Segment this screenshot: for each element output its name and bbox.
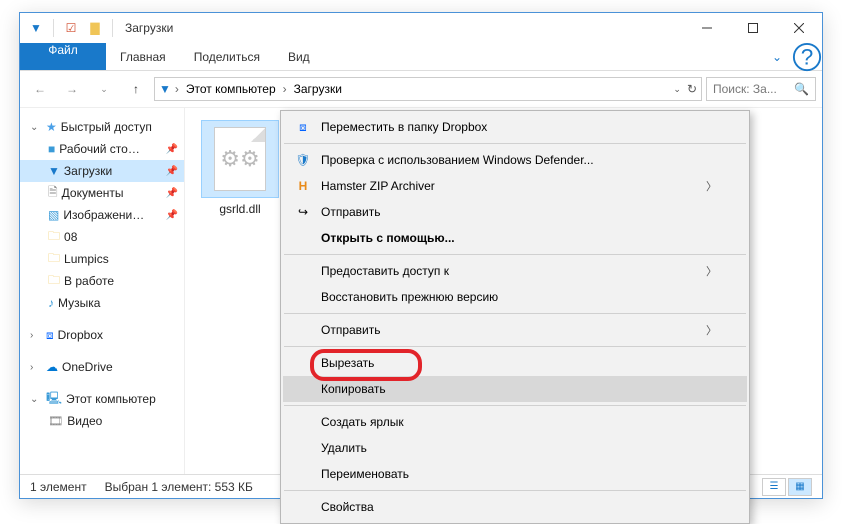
tree-downloads[interactable]: ▼Загрузки📌 [20, 160, 184, 182]
qat-folder-icon[interactable]: ▇ [84, 17, 106, 39]
maximize-button[interactable] [730, 13, 776, 43]
dropbox-icon: ⧈ [291, 120, 315, 135]
gear-icon: ⚙⚙ [220, 146, 259, 172]
window-title: Загрузки [125, 21, 173, 35]
ctx-create-shortcut[interactable]: Создать ярлык [283, 409, 747, 435]
minimize-button[interactable] [684, 13, 730, 43]
svg-text:?: ? [801, 44, 814, 69]
ctx-send1[interactable]: ↪Отправить [283, 199, 747, 225]
up-button[interactable]: ↑ [122, 75, 150, 103]
pin-icon: 📌 [166, 210, 178, 221]
ctx-dropbox[interactable]: ⧈Переместить в папку Dropbox [283, 114, 747, 140]
ctx-defender[interactable]: 🛡Проверка с использованием Windows Defen… [283, 147, 747, 173]
tree-documents[interactable]: 🗎Документы📌 [20, 182, 184, 204]
pin-icon: 📌 [166, 188, 178, 199]
tab-file[interactable]: Файл [20, 43, 106, 70]
file-item[interactable]: ⚙⚙ gsrld.dll [197, 120, 283, 216]
search-icon[interactable]: 🔍 [794, 82, 809, 96]
tree-folder-lumpics[interactable]: 🗀Lumpics [20, 248, 184, 270]
ctx-restore-version[interactable]: Восстановить прежнюю версию [283, 284, 747, 310]
ctx-rename[interactable]: Переименовать [283, 461, 747, 487]
ctx-cut[interactable]: Вырезать [283, 350, 747, 376]
tree-this-pc[interactable]: ⌄🖳Этот компьютер [20, 388, 184, 410]
ctx-grant-access[interactable]: Предоставить доступ к〉 [283, 258, 747, 284]
back-button[interactable]: ← [26, 75, 54, 103]
status-item-count: 1 элемент [30, 480, 87, 494]
ctx-hamster[interactable]: HHamster ZIP Archiver〉 [283, 173, 747, 199]
tab-home[interactable]: Главная [106, 43, 180, 70]
nav-toolbar: ← → ⌄ ↑ ▼ › Этот компьютер › Загрузки ⌄ … [20, 71, 822, 107]
pin-icon: 📌 [166, 144, 178, 155]
chevron-right-icon[interactable]: › [283, 82, 287, 96]
titlebar: ▼ ☑ ▇ Загрузки [20, 13, 822, 43]
ctx-delete[interactable]: Удалить [283, 435, 747, 461]
recent-dropdown-icon[interactable]: ⌄ [90, 75, 118, 103]
nav-tree: ⌄★Быстрый доступ ■Рабочий сто…📌 ▼Загрузк… [20, 108, 185, 474]
dll-file-icon: ⚙⚙ [214, 127, 266, 191]
tree-video[interactable]: 🎞Видео [20, 410, 184, 432]
ctx-send2[interactable]: Отправить〉 [283, 317, 747, 343]
ribbon-tabs: Файл Главная Поделиться Вид ⌄ ? [20, 43, 822, 71]
qat-checkbox-icon[interactable]: ☑ [60, 17, 82, 39]
chevron-right-icon: 〉 [706, 263, 717, 279]
tree-onedrive[interactable]: ›☁OneDrive [20, 356, 184, 378]
tab-share[interactable]: Поделиться [180, 43, 274, 70]
folder-icon: ▼ [159, 82, 171, 96]
search-placeholder: Поиск: За... [713, 82, 777, 96]
address-dropdown-icon[interactable]: ⌄ [673, 84, 681, 95]
tree-folder-08[interactable]: 🗀08 [20, 226, 184, 248]
chevron-right-icon[interactable]: › [175, 82, 179, 96]
tree-music[interactable]: ♪Музыка [20, 292, 184, 314]
share-icon: ↪ [291, 205, 315, 219]
forward-button[interactable]: → [58, 75, 86, 103]
tree-dropbox[interactable]: ›⧈Dropbox [20, 324, 184, 346]
context-menu: ⧈Переместить в папку Dropbox 🛡Проверка с… [280, 110, 750, 524]
tree-desktop[interactable]: ■Рабочий сто…📌 [20, 138, 184, 160]
pin-icon: 📌 [166, 166, 178, 177]
file-name: gsrld.dll [219, 202, 260, 216]
address-bar[interactable]: ▼ › Этот компьютер › Загрузки ⌄ ↻ [154, 77, 702, 101]
help-icon[interactable]: ? [792, 43, 822, 70]
close-button[interactable] [776, 13, 822, 43]
breadcrumb-segment[interactable]: Загрузки [291, 82, 345, 96]
breadcrumb-segment[interactable]: Этот компьютер [183, 82, 279, 96]
tree-folder-work[interactable]: 🗀В работе [20, 270, 184, 292]
ctx-properties[interactable]: Свойства [283, 494, 747, 520]
qat-down-arrow-icon[interactable]: ▼ [25, 17, 47, 39]
view-icons-button[interactable]: ▦ [788, 478, 812, 496]
shield-icon: 🛡 [291, 153, 315, 167]
search-input[interactable]: Поиск: За... 🔍 [706, 77, 816, 101]
ctx-open-with[interactable]: Открыть с помощью... [283, 225, 747, 251]
hamster-icon: H [291, 179, 315, 193]
tab-view[interactable]: Вид [274, 43, 324, 70]
ribbon-expand-icon[interactable]: ⌄ [762, 43, 792, 70]
tree-quick-access[interactable]: ⌄★Быстрый доступ [20, 116, 184, 138]
status-selection: Выбран 1 элемент: 553 КБ [105, 480, 253, 494]
refresh-icon[interactable]: ↻ [687, 82, 697, 96]
chevron-right-icon: 〉 [706, 322, 717, 338]
view-details-button[interactable]: ☰ [762, 478, 786, 496]
chevron-right-icon: 〉 [706, 178, 717, 194]
tree-pictures[interactable]: ▧Изображени…📌 [20, 204, 184, 226]
ctx-copy[interactable]: Копировать [283, 376, 747, 402]
